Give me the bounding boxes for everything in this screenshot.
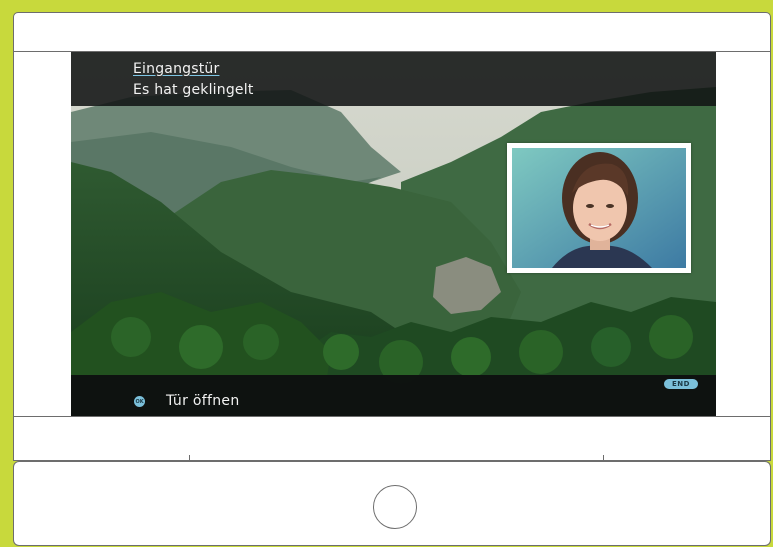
- visitor-face-image: [512, 148, 686, 268]
- notification-subtitle: Es hat geklingelt: [133, 82, 254, 98]
- doorbell-camera-feed: [507, 143, 691, 273]
- end-button[interactable]: END: [664, 379, 698, 389]
- notification-header: Eingangstür Es hat geklingelt: [71, 52, 716, 106]
- frame-bottom-divider: [13, 416, 771, 417]
- home-button[interactable]: [373, 485, 417, 529]
- open-door-action-label[interactable]: Tür öffnen: [166, 393, 240, 409]
- notification-title: Eingangstür: [133, 61, 220, 77]
- action-bar: END OK Tür öffnen: [71, 375, 716, 416]
- tv-screen: Eingangstür Es hat geklingelt END OK Tür…: [71, 52, 716, 416]
- ok-button-icon[interactable]: OK: [134, 396, 145, 407]
